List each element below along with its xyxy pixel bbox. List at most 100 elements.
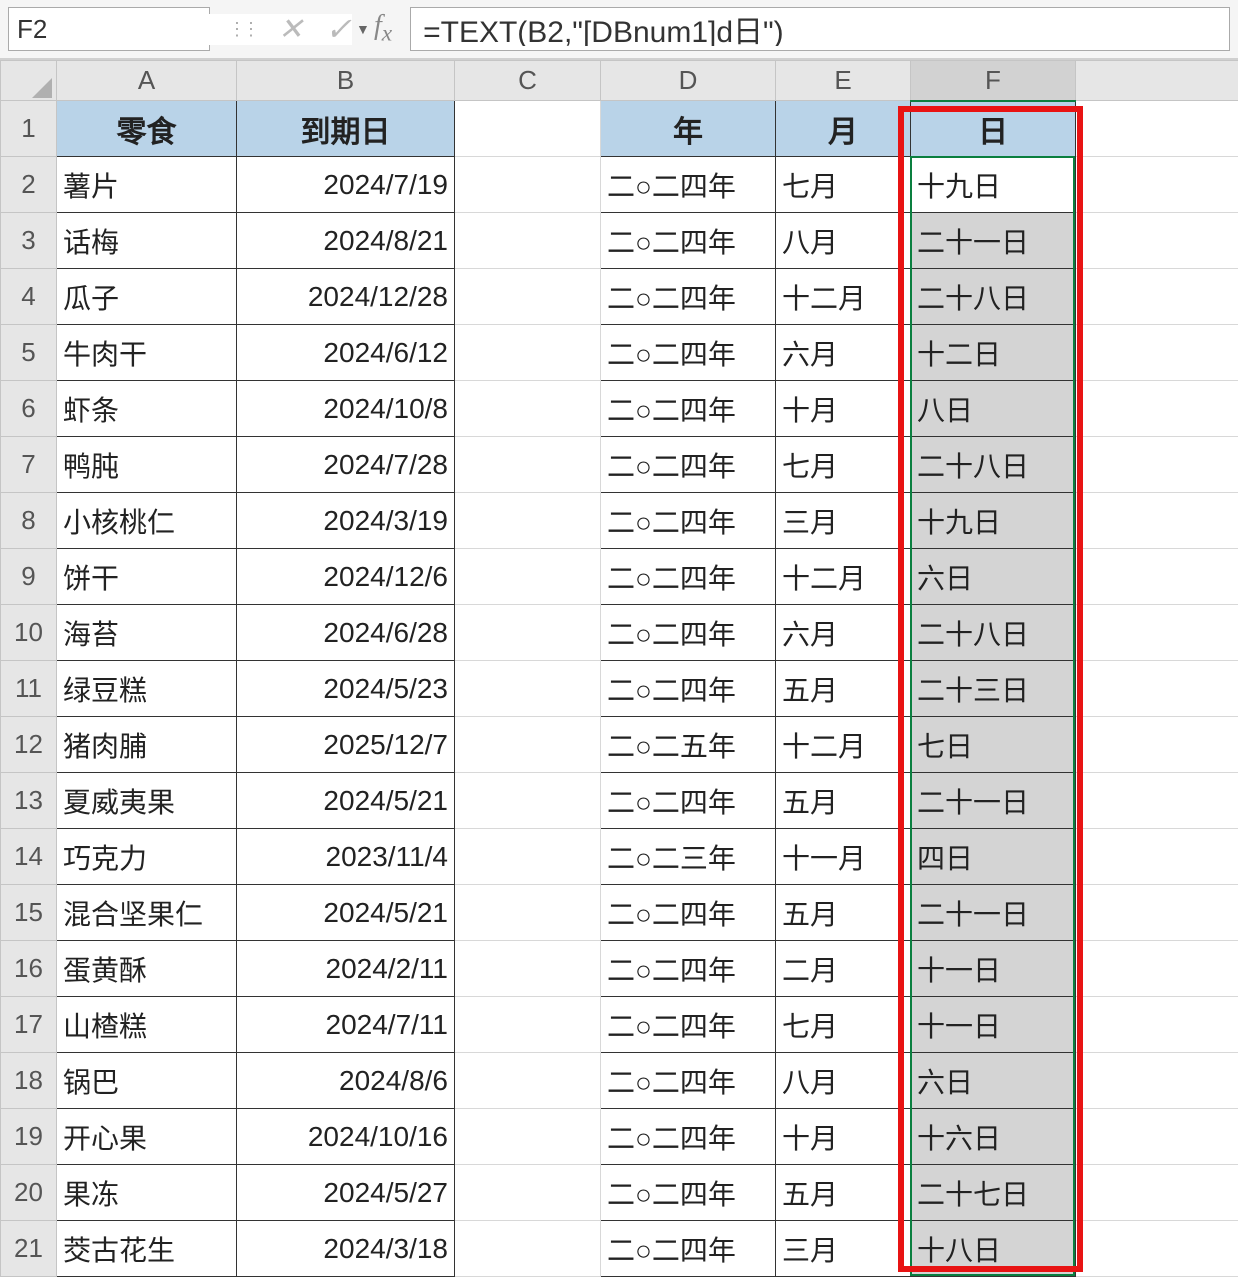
cell[interactable]: 二○二四年	[601, 885, 776, 941]
cell[interactable]	[1076, 605, 1238, 661]
row-header-2[interactable]: 2	[1, 157, 57, 213]
cell[interactable]: 2024/7/19	[237, 157, 455, 213]
cell[interactable]	[455, 101, 601, 157]
cell[interactable]: 二○二四年	[601, 493, 776, 549]
cell[interactable]	[1076, 829, 1238, 885]
cell[interactable]: 话梅	[57, 213, 237, 269]
cell[interactable]: 七月	[776, 437, 911, 493]
cell[interactable]: 2024/5/21	[237, 885, 455, 941]
cell[interactable]: 二十一日	[911, 213, 1076, 269]
row-header-21[interactable]: 21	[1, 1221, 57, 1277]
cell[interactable]: 2024/3/19	[237, 493, 455, 549]
cell[interactable]: 2025/12/7	[237, 717, 455, 773]
name-box[interactable]: ▼	[8, 7, 210, 51]
table-row[interactable]: 11绿豆糕2024/5/23二○二四年五月二十三日	[1, 661, 1238, 717]
col-header-spacer[interactable]	[1076, 61, 1238, 101]
cell[interactable]: 2024/10/8	[237, 381, 455, 437]
cell[interactable]: 小核桃仁	[57, 493, 237, 549]
cell[interactable]	[1076, 437, 1238, 493]
cell[interactable]: 2023/11/4	[237, 829, 455, 885]
cell[interactable]	[455, 661, 601, 717]
cell[interactable]: 三月	[776, 493, 911, 549]
table-row[interactable]: 15混合坚果仁2024/5/21二○二四年五月二十一日	[1, 885, 1238, 941]
row-header-20[interactable]: 20	[1, 1165, 57, 1221]
cell[interactable]: 鸭肫	[57, 437, 237, 493]
row-header-6[interactable]: 6	[1, 381, 57, 437]
cell[interactable]: 巧克力	[57, 829, 237, 885]
table-row[interactable]: 9饼干2024/12/6二○二四年十二月六日	[1, 549, 1238, 605]
cell[interactable]: 八月	[776, 1053, 911, 1109]
table-row[interactable]: 18锅巴2024/8/6二○二四年八月六日	[1, 1053, 1238, 1109]
cell[interactable]: 八日	[911, 381, 1076, 437]
row-header-14[interactable]: 14	[1, 829, 57, 885]
table-row[interactable]: 1 零食 到期日 年 月 日	[1, 101, 1238, 157]
cell[interactable]	[455, 885, 601, 941]
table-row[interactable]: 20果冻2024/5/27二○二四年五月二十七日	[1, 1165, 1238, 1221]
cell[interactable]	[455, 549, 601, 605]
cell[interactable]: 果冻	[57, 1165, 237, 1221]
fx-icon[interactable]: fx	[374, 10, 392, 48]
row-header-16[interactable]: 16	[1, 941, 57, 997]
cell[interactable]: 八月	[776, 213, 911, 269]
table-row[interactable]: 16蛋黄酥2024/2/11二○二四年二月十一日	[1, 941, 1238, 997]
row-header-5[interactable]: 5	[1, 325, 57, 381]
cell[interactable]	[1076, 269, 1238, 325]
col-header-F[interactable]: F	[911, 61, 1076, 101]
cell[interactable]: 十月	[776, 1109, 911, 1165]
cell[interactable]	[455, 1053, 601, 1109]
cell[interactable]	[455, 493, 601, 549]
cell[interactable]: 二月	[776, 941, 911, 997]
cell[interactable]	[455, 941, 601, 997]
cell[interactable]: 六月	[776, 325, 911, 381]
cell[interactable]: 十一日	[911, 941, 1076, 997]
table-row[interactable]: 21茭古花生2024/3/18二○二四年三月十八日	[1, 1221, 1238, 1277]
column-header-row[interactable]: A B C D E F	[1, 61, 1238, 101]
cell[interactable]: 开心果	[57, 1109, 237, 1165]
cell[interactable]: 十二日	[911, 325, 1076, 381]
cell[interactable]: 二○二四年	[601, 213, 776, 269]
cell[interactable]	[1076, 549, 1238, 605]
cell[interactable]: 五月	[776, 1165, 911, 1221]
cell[interactable]: 牛肉干	[57, 325, 237, 381]
header-month[interactable]: 月	[776, 101, 911, 157]
cell[interactable]	[455, 1165, 601, 1221]
cell[interactable]: 2024/8/21	[237, 213, 455, 269]
cell[interactable]	[1076, 1053, 1238, 1109]
col-header-A[interactable]: A	[57, 61, 237, 101]
cell[interactable]	[1076, 1221, 1238, 1277]
cell[interactable]	[1076, 661, 1238, 717]
cell[interactable]: 二十一日	[911, 885, 1076, 941]
table-row[interactable]: 4瓜子2024/12/28二○二四年十二月二十八日	[1, 269, 1238, 325]
cell[interactable]: 2024/6/28	[237, 605, 455, 661]
cell[interactable]: 2024/12/6	[237, 549, 455, 605]
table-row[interactable]: 19开心果2024/10/16二○二四年十月十六日	[1, 1109, 1238, 1165]
row-header-19[interactable]: 19	[1, 1109, 57, 1165]
cell[interactable]: 二○二四年	[601, 269, 776, 325]
cell[interactable]	[1076, 157, 1238, 213]
col-header-B[interactable]: B	[237, 61, 455, 101]
table-row[interactable]: 2薯片2024/7/19二○二四年七月十九日	[1, 157, 1238, 213]
cell[interactable]: 二○二四年	[601, 1165, 776, 1221]
cell[interactable]	[455, 213, 601, 269]
cell[interactable]: 二○二四年	[601, 1053, 776, 1109]
cell[interactable]: 四日	[911, 829, 1076, 885]
cell[interactable]: 十月	[776, 381, 911, 437]
cell[interactable]	[455, 829, 601, 885]
cancel-icon[interactable]: ✕	[278, 12, 303, 47]
cell[interactable]: 虾条	[57, 381, 237, 437]
cell[interactable]: 薯片	[57, 157, 237, 213]
cell[interactable]: 2024/5/23	[237, 661, 455, 717]
cell[interactable]	[455, 717, 601, 773]
row-header-10[interactable]: 10	[1, 605, 57, 661]
cell[interactable]	[1076, 381, 1238, 437]
formula-input-wrap[interactable]	[410, 7, 1230, 51]
row-header-7[interactable]: 7	[1, 437, 57, 493]
cell[interactable]: 蛋黄酥	[57, 941, 237, 997]
cell[interactable]	[1076, 1109, 1238, 1165]
row-header-1[interactable]: 1	[1, 101, 57, 157]
sheet-table[interactable]: A B C D E F 1 零食 到期日 年 月 日 2薯片2024/7/19二…	[0, 60, 1238, 1277]
cell[interactable]: 二○二四年	[601, 381, 776, 437]
header-expiry[interactable]: 到期日	[237, 101, 455, 157]
cell[interactable]	[1076, 773, 1238, 829]
cell[interactable]: 二○二三年	[601, 829, 776, 885]
